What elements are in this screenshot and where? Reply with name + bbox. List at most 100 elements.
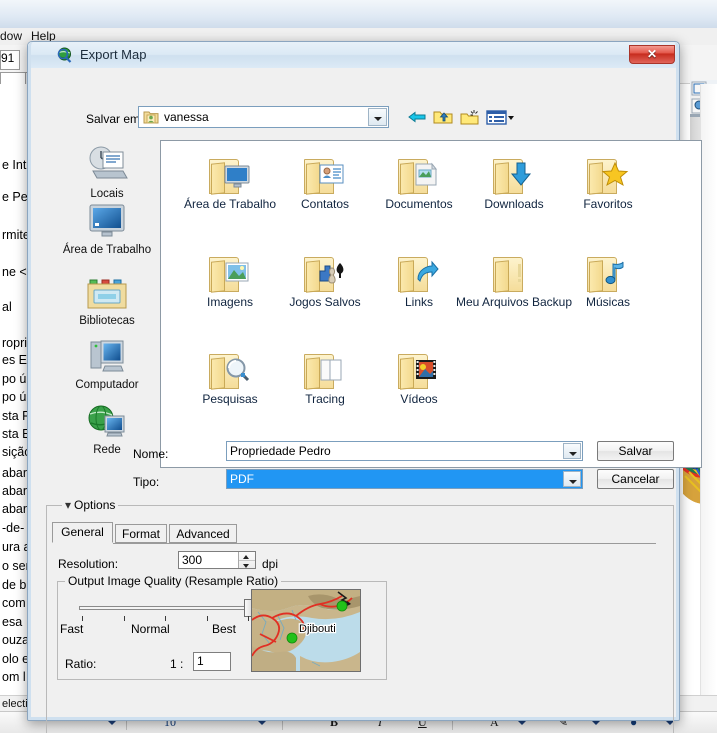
place-label: Locais: [90, 188, 124, 200]
options-tabstrip: General Format Advanced: [52, 522, 656, 545]
ratio-prefix: 1 :: [170, 657, 184, 671]
place-label: Área de Trabalho: [62, 244, 152, 256]
place-item-computador[interactable]: Computador: [59, 337, 155, 391]
dialog-title: Export Map: [80, 47, 147, 62]
place-label: Bibliotecas: [79, 315, 135, 327]
doc-text-line: po ú: [2, 390, 27, 404]
doc-text-line: ouza: [2, 633, 30, 647]
folder-downloads-icon: [489, 155, 539, 195]
ratio-value: 1: [197, 654, 204, 668]
doc-text-line: e Int: [2, 158, 27, 172]
globe-search-icon: [57, 47, 74, 64]
place-label: Computador: [75, 379, 139, 391]
folder-searches-icon: [205, 350, 255, 390]
place-item-area-de-trabalho[interactable]: Área de Trabalho: [59, 202, 155, 256]
folder-contacts-icon: [300, 155, 350, 195]
folder-documents-icon: [394, 155, 444, 195]
resolution-label: Resolution:: [58, 557, 119, 571]
file-list-pane[interactable]: Área de Trabalho Contatos Documentos Dow…: [160, 140, 702, 468]
cancel-button[interactable]: Cancelar: [597, 469, 674, 489]
options-group-title[interactable]: ▾ Options: [62, 498, 119, 512]
background-window-titlebar: [0, 0, 717, 28]
background-vertical-scrollbar[interactable]: [700, 84, 717, 696]
slider-label-best: Best: [212, 622, 237, 636]
doc-text-line: abar: [2, 466, 28, 480]
tab-format[interactable]: Format: [115, 524, 167, 543]
doc-text-line: abar: [2, 502, 28, 516]
quality-slider-track[interactable]: [79, 606, 249, 610]
export-map-dialog: Export Map ✕ Salvar em: vanessa Locais Á…: [27, 41, 702, 733]
resolution-spin-buttons[interactable]: [238, 552, 255, 568]
place-item-locais[interactable]: Locais: [59, 144, 155, 200]
folder-links-icon: [394, 253, 444, 293]
close-button[interactable]: ✕: [629, 45, 675, 64]
save-in-chevron-down-icon[interactable]: [368, 108, 387, 126]
file-item[interactable]: Favoritos: [549, 155, 667, 211]
spin-down-icon[interactable]: [239, 560, 255, 569]
doc-text-line: ne <: [2, 265, 27, 279]
doc-text-line: olo e: [2, 652, 30, 666]
doc-text-line: e Pe: [2, 190, 28, 204]
file-name-input[interactable]: Propriedade Pedro: [226, 441, 583, 461]
place-item-bibliotecas[interactable]: Bibliotecas: [59, 277, 155, 327]
back-button[interactable]: [406, 107, 428, 127]
save-in-label: Salvar em:: [86, 112, 144, 126]
folder-music-icon: [583, 253, 633, 293]
file-label: Vídeos: [400, 392, 438, 406]
folder-favorites-icon: [583, 155, 633, 195]
preview-city-label: Djibouti: [299, 623, 336, 635]
doc-text-line: ropri: [2, 336, 28, 350]
folder-saved-games-icon: [300, 253, 350, 293]
file-type-value: PDF: [230, 472, 254, 486]
up-one-level-button[interactable]: [432, 107, 454, 127]
doc-text-line: rmite: [2, 228, 30, 242]
dialog-titlebar[interactable]: Export Map ✕: [28, 42, 679, 68]
background-status-text: electi: [2, 698, 28, 710]
doc-text-line: esa: [2, 615, 23, 629]
ratio-label: Ratio:: [65, 657, 97, 671]
file-name-chevron-down-icon[interactable]: [563, 443, 581, 459]
doc-text-line: com: [2, 596, 26, 610]
folder-generic-icon: [489, 253, 539, 293]
quality-group-title: Output Image Quality (Resample Ratio): [65, 574, 282, 588]
slider-label-normal: Normal: [131, 622, 170, 636]
doc-text-line: al: [2, 300, 12, 314]
save-button[interactable]: Salvar: [597, 441, 674, 461]
spin-up-icon[interactable]: [239, 552, 255, 560]
type-label: Tipo:: [133, 475, 160, 489]
background-toolbar-value[interactable]: 91: [0, 50, 20, 70]
dialog-body: Salvar em: vanessa Locais Área de Trabal…: [32, 68, 702, 733]
folder-videos-icon: [394, 350, 444, 390]
tab-advanced[interactable]: Advanced: [169, 524, 237, 543]
tab-general[interactable]: General: [52, 522, 113, 543]
doc-text-line: de b: [2, 578, 27, 592]
name-label: Nome:: [133, 447, 169, 461]
doc-text-line: -de-: [2, 521, 25, 535]
menu-window[interactable]: dow: [0, 29, 22, 43]
ratio-input[interactable]: 1: [193, 652, 231, 671]
collapse-chevron-icon[interactable]: ▾: [65, 498, 71, 512]
doc-text-line: po ú: [2, 372, 27, 386]
file-label: Favoritos: [583, 197, 633, 211]
screen-root: dow Help 91 e Int e Pe rmite ne < al rop…: [0, 0, 717, 733]
folder-desktop-icon: [205, 155, 255, 195]
save-in-value: vanessa: [164, 110, 209, 124]
new-folder-button[interactable]: [459, 107, 481, 127]
file-label: Músicas: [585, 295, 630, 309]
file-type-combo[interactable]: PDF: [226, 469, 583, 489]
doc-text-line: abar: [2, 484, 28, 498]
folder-pictures-icon: [205, 253, 255, 293]
resolution-stepper[interactable]: 300: [178, 551, 256, 569]
views-button[interactable]: [485, 107, 515, 127]
save-in-combo[interactable]: vanessa: [138, 106, 389, 128]
file-type-chevron-down-icon[interactable]: [563, 471, 581, 487]
resolution-unit: dpi: [262, 557, 279, 571]
file-item[interactable]: Vídeos: [360, 350, 478, 406]
options-title-text: Options: [74, 498, 116, 512]
resolution-value: 300: [182, 553, 203, 567]
map-preview-thumbnail: Djibouti: [251, 589, 361, 672]
user-folder-icon: [143, 109, 159, 125]
file-item[interactable]: Músicas: [549, 253, 667, 309]
places-bar: Locais Área de Trabalho Bibliotecas Comp…: [59, 140, 155, 468]
doc-text-line: om l: [2, 670, 26, 684]
